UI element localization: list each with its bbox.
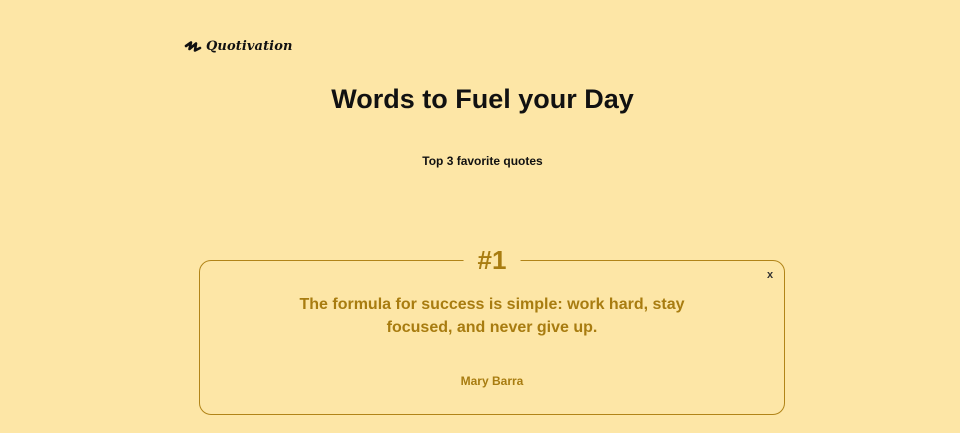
quote-text: The formula for success is simple: work … [299,296,685,336]
quote-rank: #1 [463,243,521,277]
page-subtitle: Top 3 favorite quotes [422,154,543,168]
close-button[interactable]: x [764,269,776,281]
quote-author: Mary Barra [460,374,524,388]
quote-card: #1 x The formula for success is simple: … [199,243,785,415]
page-title: Words to Fuel your Day [331,84,634,114]
brand-logo[interactable]: Quotivation [184,39,293,54]
brand-name: Quotivation [206,39,293,54]
logo-squiggle-icon [184,40,202,52]
